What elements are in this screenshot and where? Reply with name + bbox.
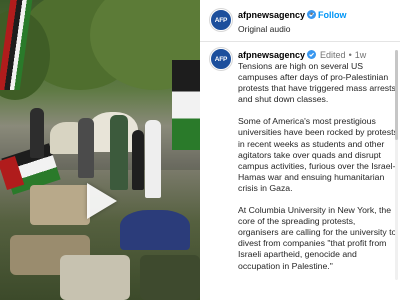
account-name[interactable]: afpnewsagency [238,10,317,20]
avatar[interactable]: AFP [210,48,232,70]
avatar[interactable]: AFP [210,9,232,31]
post-panel: AFP afpnewsagency • Follow Original audi… [200,0,400,300]
protester [145,120,161,198]
caption-body: Tensions are high on several US campuses… [238,61,398,283]
protester [78,118,94,178]
caption-paragraph: At Columbia University in New York, the … [238,205,397,271]
account-name[interactable]: afpnewsagency [238,50,305,60]
video-player[interactable] [0,0,200,300]
audio-link[interactable]: Original audio [238,24,290,34]
caption-header: afpnewsagency Edited • 1w [238,50,398,60]
belongings [140,255,200,300]
belongings [60,255,130,300]
post-time[interactable]: 1w [355,50,367,60]
post-header: AFP afpnewsagency • Follow Original audi… [200,0,400,42]
verified-badge-icon [307,50,317,59]
edited-label: Edited [320,50,346,60]
play-button[interactable] [82,180,120,222]
caption-paragraph: Tensions are high on several US campuses… [238,61,396,105]
protester [110,115,128,190]
follow-button[interactable]: Follow [318,10,347,20]
protester [132,130,144,190]
tent [120,210,190,250]
play-icon [87,183,117,219]
belongings [30,185,90,225]
separator-dot: • [348,50,352,60]
scrollbar[interactable] [395,50,398,280]
separator-dot: • [310,9,314,19]
scrollbar-thumb[interactable] [395,50,398,140]
account-name-text[interactable]: afpnewsagency [238,10,305,20]
protester [30,108,44,158]
caption-paragraph: Some of America's most prestigious unive… [238,116,398,193]
flag [172,60,200,150]
